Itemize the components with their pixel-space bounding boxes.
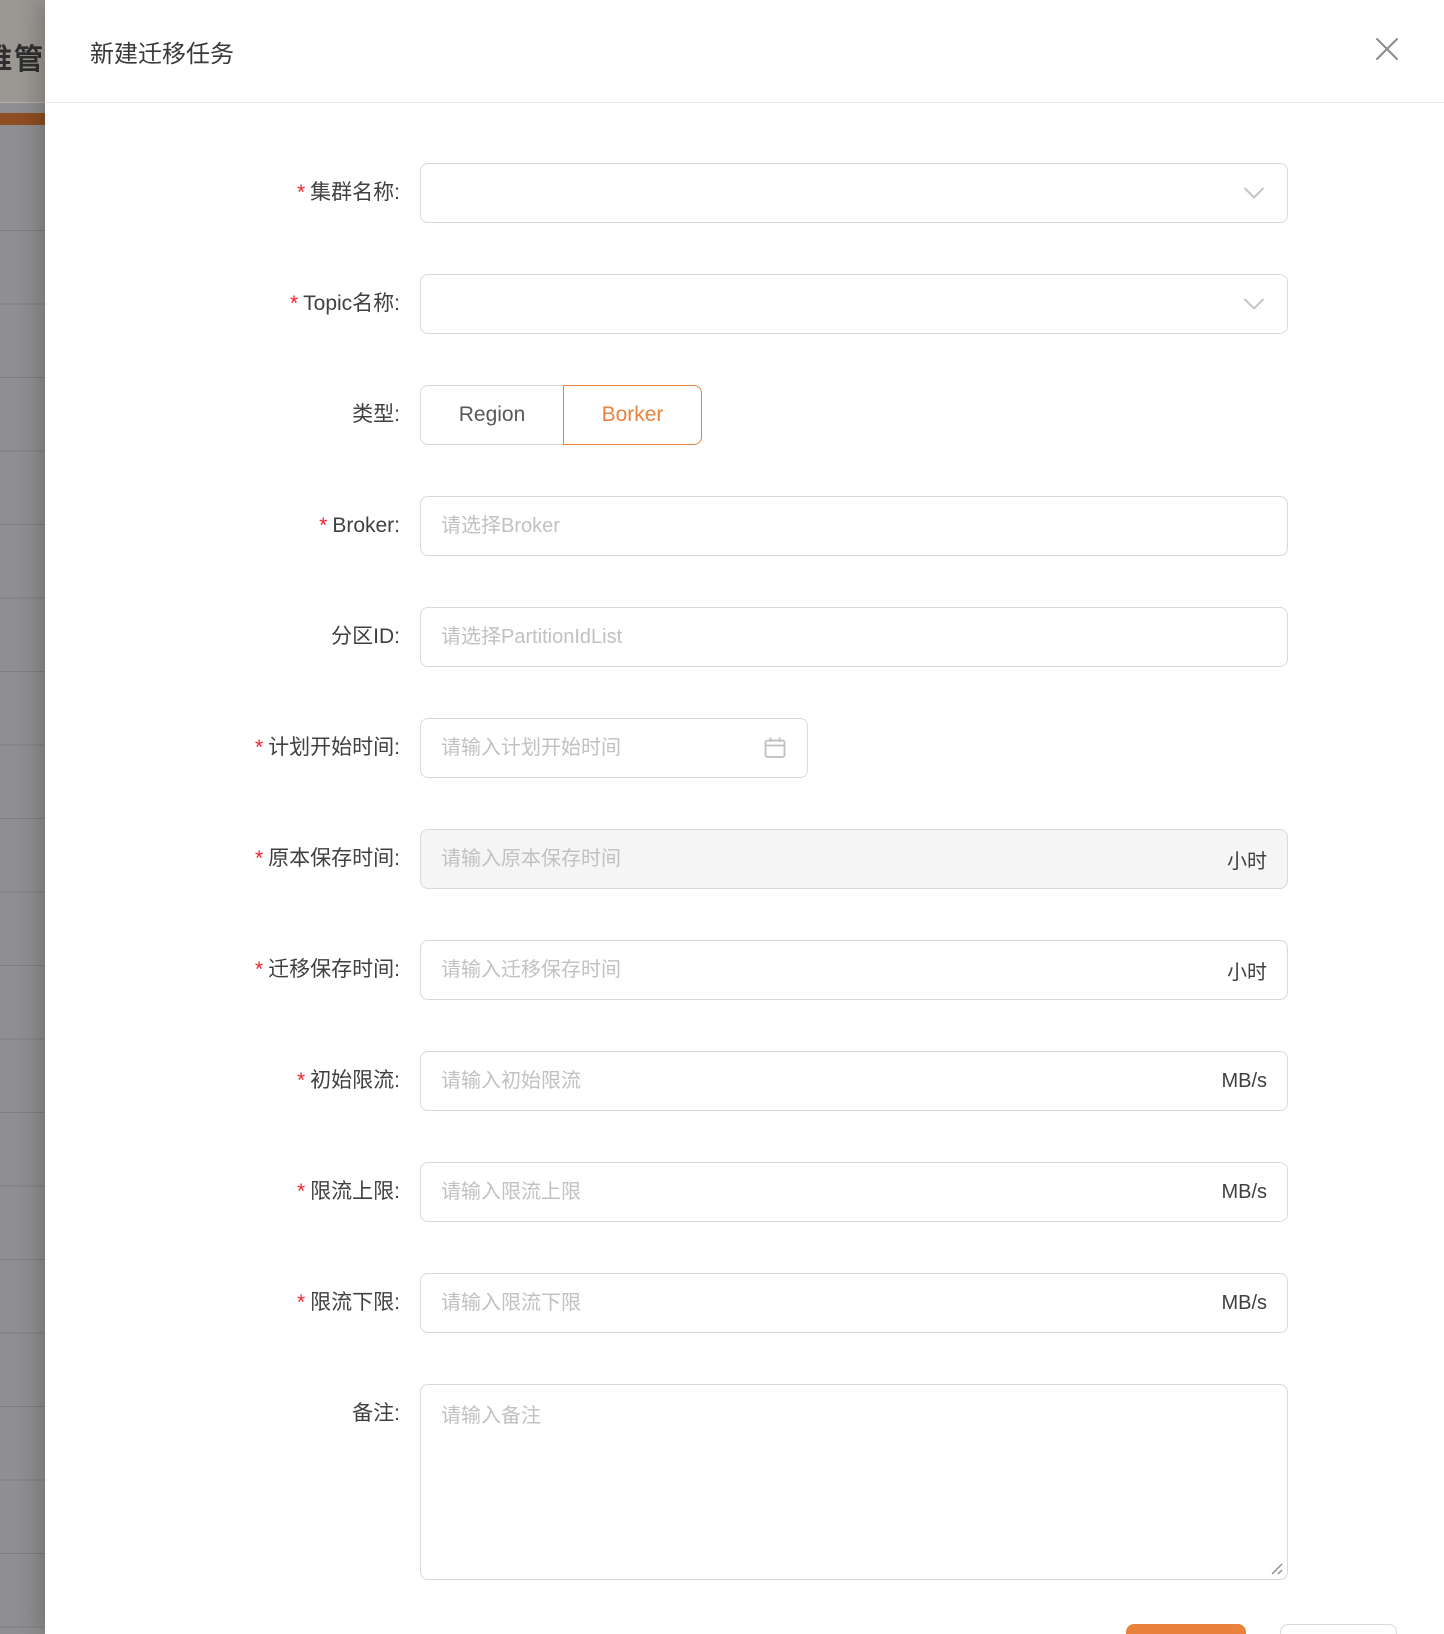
throttle-lower-input-wrap: MB/s xyxy=(420,1273,1288,1333)
required-mark: * xyxy=(255,736,263,759)
throttle-lower-label: *限流下限: xyxy=(45,1273,420,1333)
original-retention-input xyxy=(441,848,1213,871)
field-row-cluster-name: *集群名称: xyxy=(45,163,1444,223)
field-row-throttle-lower: *限流下限: MB/s xyxy=(45,1273,1444,1333)
resize-handle-icon[interactable] xyxy=(1269,1561,1284,1576)
throttle-upper-label: *限流上限: xyxy=(45,1162,420,1222)
cluster-name-select[interactable] xyxy=(420,163,1288,223)
remark-textarea-wrap xyxy=(420,1384,1288,1580)
required-mark: * xyxy=(297,1291,305,1314)
original-retention-label: *原本保存时间: xyxy=(45,829,420,889)
initial-throttle-unit: MB/s xyxy=(1221,1070,1267,1093)
field-row-migration-retention: *迁移保存时间: 小时 xyxy=(45,940,1444,1000)
partition-id-input[interactable] xyxy=(441,626,1267,649)
plan-start-time-picker[interactable] xyxy=(420,718,808,778)
field-row-plan-start-time: *计划开始时间: xyxy=(45,718,1444,778)
required-mark: * xyxy=(297,1069,305,1092)
required-mark: * xyxy=(319,514,327,537)
required-mark: * xyxy=(255,958,263,981)
required-mark: * xyxy=(297,1180,305,1203)
topic-name-select[interactable] xyxy=(420,274,1288,334)
field-row-partition-id: 分区ID: xyxy=(45,607,1444,667)
modal-header: 新建迁移任务 xyxy=(45,0,1444,103)
modal-title: 新建迁移任务 xyxy=(90,34,234,69)
topic-name-label: *Topic名称: xyxy=(45,274,420,334)
field-row-type: 类型: Region Borker xyxy=(45,385,1444,445)
partition-id-label: 分区ID: xyxy=(45,607,420,667)
cancel-button[interactable] xyxy=(1280,1624,1397,1634)
broker-label: *Broker: xyxy=(45,496,420,556)
type-label: 类型: xyxy=(45,385,420,445)
partition-id-input-wrap xyxy=(420,607,1288,667)
migration-task-form: *集群名称: *Topic名称: 类型: Region Borker xyxy=(45,103,1444,1580)
throttle-upper-unit: MB/s xyxy=(1221,1181,1267,1204)
migration-retention-input[interactable] xyxy=(441,959,1213,982)
migration-retention-input-wrap: 小时 xyxy=(420,940,1288,1000)
type-option-region[interactable]: Region xyxy=(420,385,563,445)
chevron-down-icon xyxy=(1243,298,1265,311)
dimmed-background-page: 维管 xyxy=(0,0,45,1634)
background-table-rows xyxy=(0,230,45,1634)
field-row-broker: *Broker: xyxy=(45,496,1444,556)
initial-throttle-input[interactable] xyxy=(441,1070,1207,1093)
cluster-name-label: *集群名称: xyxy=(45,163,420,223)
background-accent-bar xyxy=(0,113,45,125)
throttle-lower-unit: MB/s xyxy=(1221,1292,1267,1315)
close-icon xyxy=(1374,50,1400,65)
field-row-initial-throttle: *初始限流: MB/s xyxy=(45,1051,1444,1111)
chevron-down-icon xyxy=(1243,187,1265,200)
close-button[interactable] xyxy=(1374,36,1400,62)
remark-label: 备注: xyxy=(45,1384,420,1444)
original-retention-input-wrap: 小时 xyxy=(420,829,1288,889)
field-row-original-retention: *原本保存时间: 小时 xyxy=(45,829,1444,889)
field-row-topic-name: *Topic名称: xyxy=(45,274,1444,334)
plan-start-time-input[interactable] xyxy=(441,737,753,760)
original-retention-unit: 小时 xyxy=(1227,845,1267,874)
background-page-header: 维管 xyxy=(0,0,45,103)
required-mark: * xyxy=(255,847,263,870)
migration-retention-unit: 小时 xyxy=(1227,956,1267,985)
submit-button[interactable] xyxy=(1126,1624,1246,1634)
type-option-borker[interactable]: Borker xyxy=(563,385,702,445)
calendar-icon xyxy=(763,736,787,760)
broker-input[interactable] xyxy=(441,515,1267,538)
remark-textarea[interactable] xyxy=(421,1385,1287,1579)
plan-start-time-label: *计划开始时间: xyxy=(45,718,420,778)
initial-throttle-input-wrap: MB/s xyxy=(420,1051,1288,1111)
type-radio-group: Region Borker xyxy=(420,385,702,445)
field-row-remark: 备注: xyxy=(45,1384,1444,1580)
create-migration-task-modal: 新建迁移任务 *集群名称: *Topic名称: xyxy=(45,0,1444,1634)
background-clipped-title: 维管 xyxy=(0,36,45,78)
throttle-upper-input-wrap: MB/s xyxy=(420,1162,1288,1222)
field-row-throttle-upper: *限流上限: MB/s xyxy=(45,1162,1444,1222)
required-mark: * xyxy=(290,292,298,315)
throttle-lower-input[interactable] xyxy=(441,1292,1207,1315)
initial-throttle-label: *初始限流: xyxy=(45,1051,420,1111)
migration-retention-label: *迁移保存时间: xyxy=(45,940,420,1000)
required-mark: * xyxy=(297,181,305,204)
broker-input-wrap xyxy=(420,496,1288,556)
throttle-upper-input[interactable] xyxy=(441,1181,1207,1204)
